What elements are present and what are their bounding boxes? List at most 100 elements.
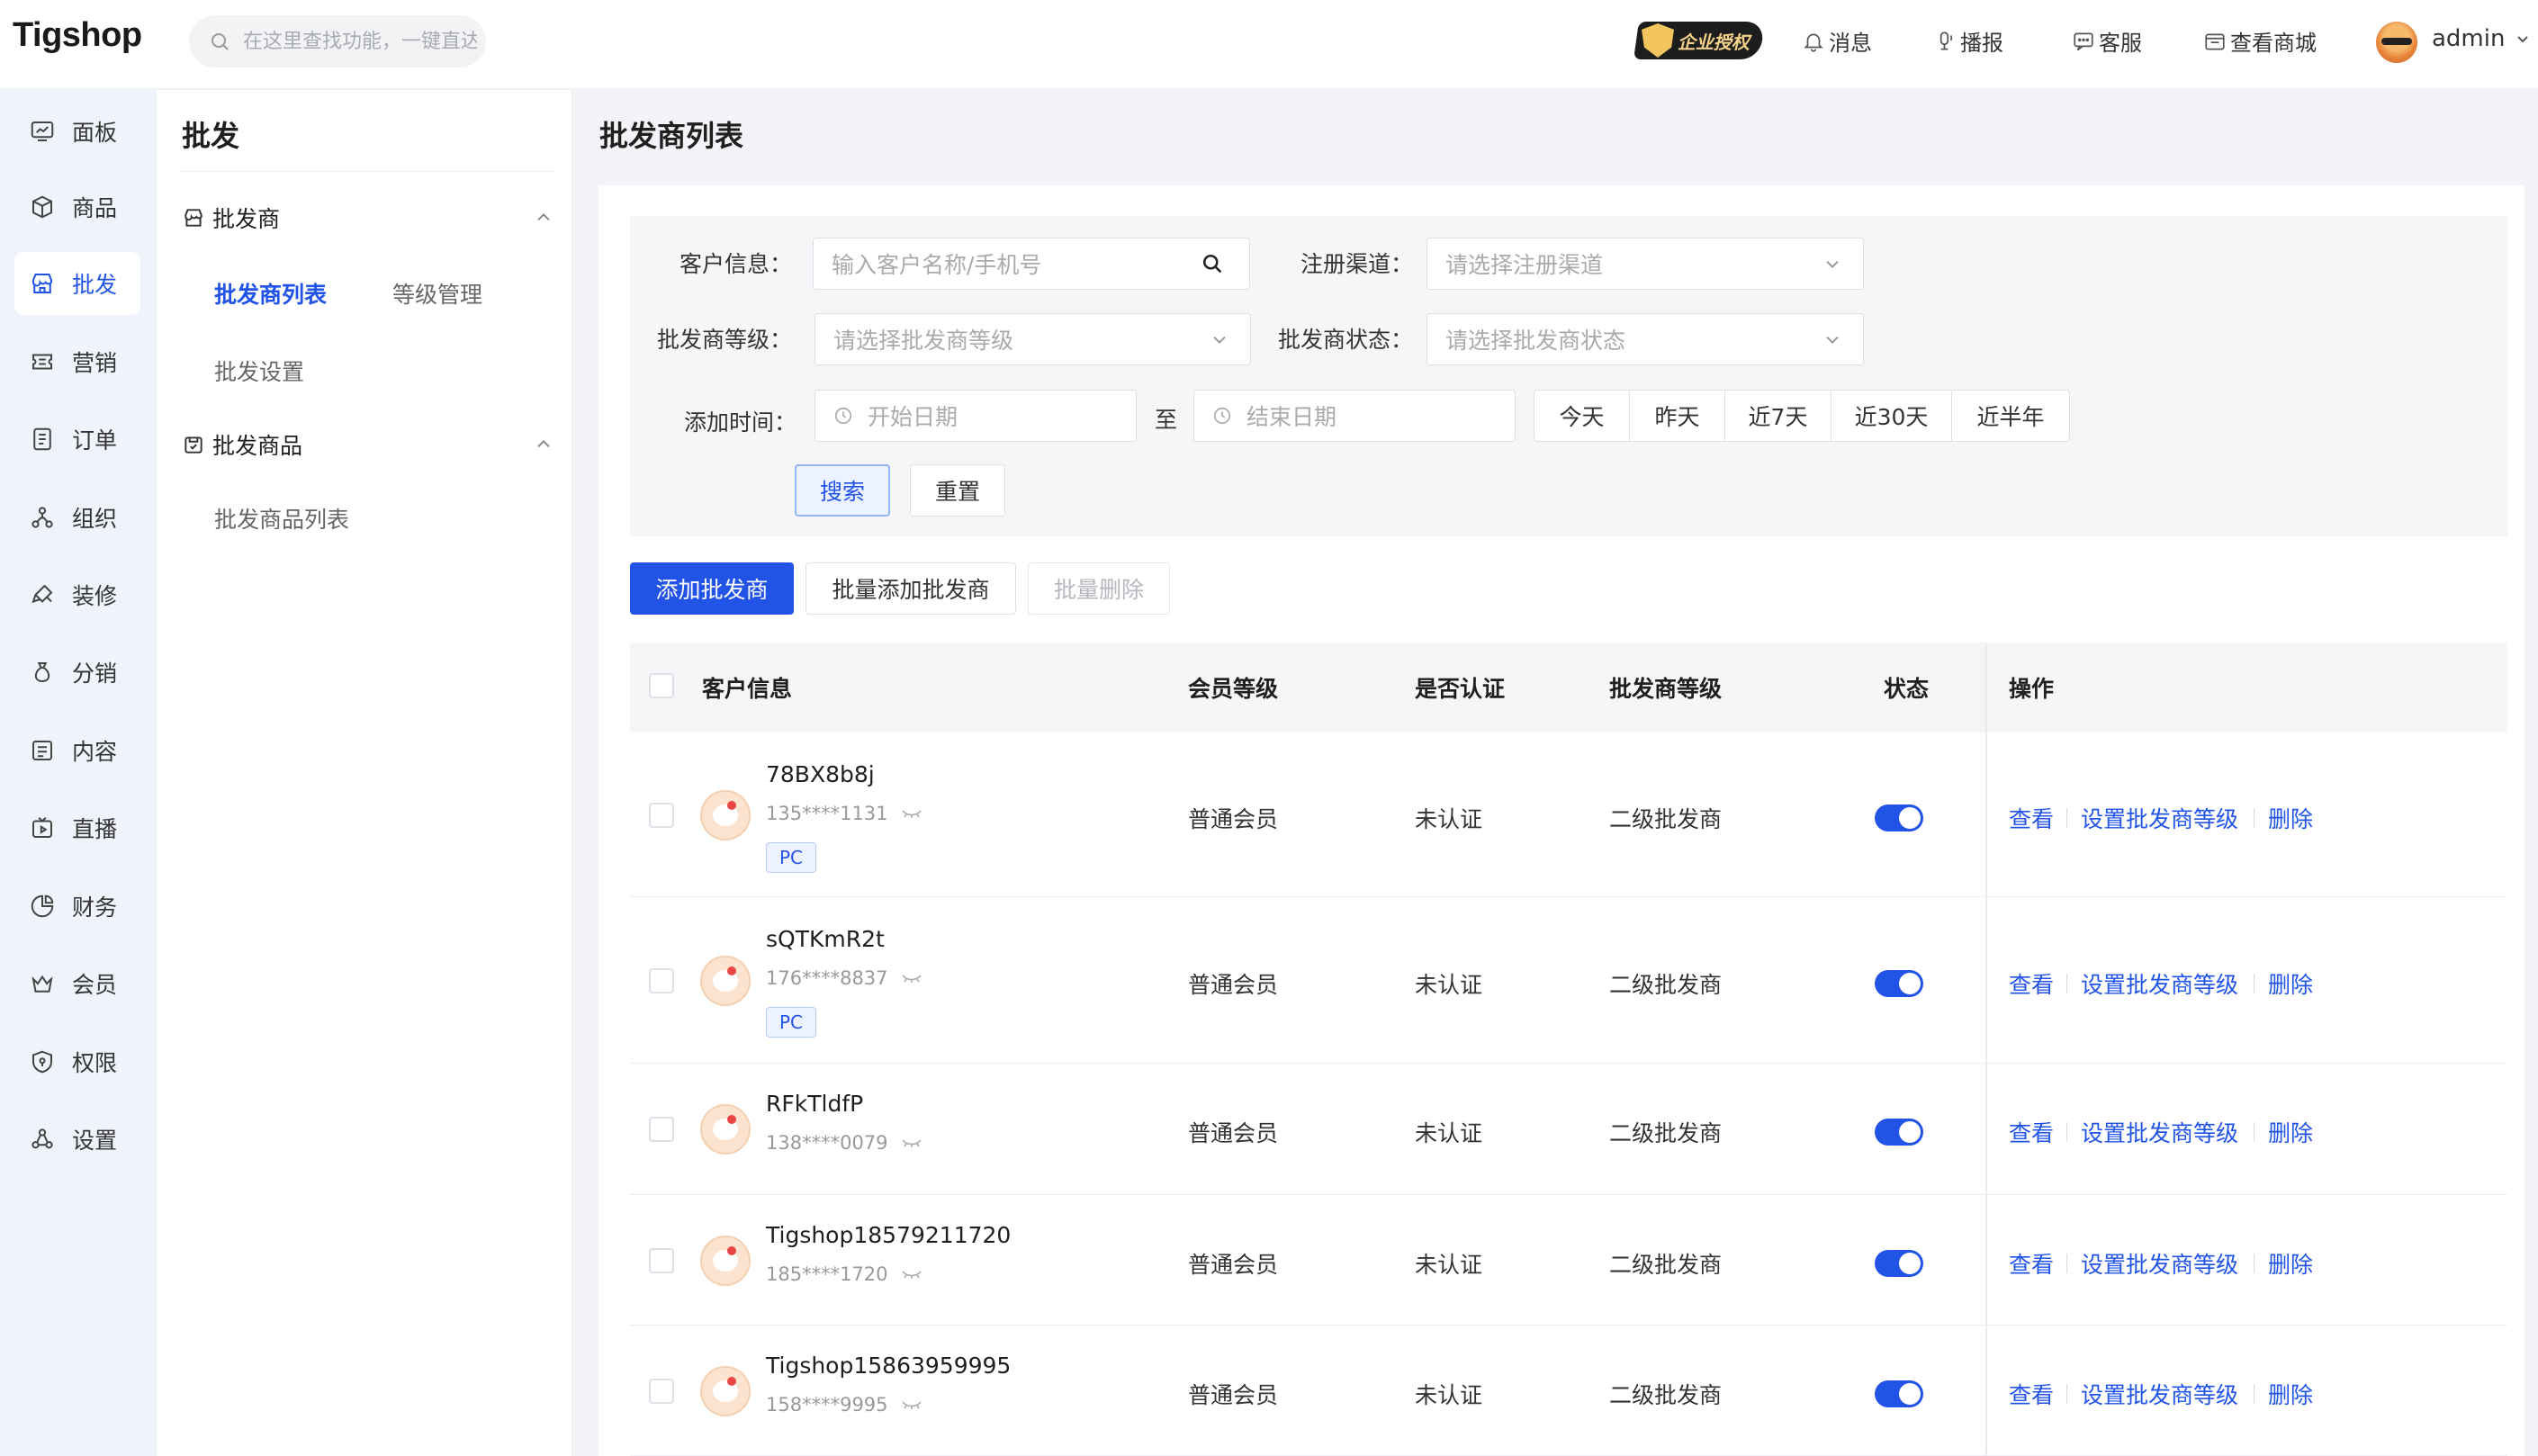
op-separator <box>2066 1253 2067 1273</box>
level-select[interactable]: 请选择批发商等级 <box>814 313 1251 365</box>
dashboard-icon <box>31 121 54 141</box>
global-search[interactable] <box>189 15 486 67</box>
status-toggle[interactable] <box>1875 1119 1923 1146</box>
row-checkbox[interactable] <box>649 967 674 993</box>
view-link[interactable]: 查看 <box>2009 1116 2054 1148</box>
subnav-level-management[interactable]: 等级管理 <box>392 277 482 310</box>
nav-marketing[interactable]: 营销 <box>14 330 140 393</box>
view-store-link[interactable]: 查看商城 <box>2203 25 2317 57</box>
nav-permissions[interactable]: 权限 <box>14 1030 140 1093</box>
status-select[interactable]: 请选择批发商状态 <box>1426 313 1864 365</box>
quick-30-days[interactable]: 近30天 <box>1832 391 1952 441</box>
customer-phone-text: 135****1131 <box>766 803 888 824</box>
subnav-wholesale-settings[interactable]: 批发设置 <box>214 355 304 387</box>
customer-search-button[interactable] <box>1174 238 1250 290</box>
brand-logo[interactable]: Tigshop <box>13 16 142 55</box>
set-level-link[interactable]: 设置批发商等级 <box>2081 1116 2238 1148</box>
view-link[interactable]: 查看 <box>2009 967 2054 1000</box>
set-level-link[interactable]: 设置批发商等级 <box>2081 1378 2238 1410</box>
row-checkbox[interactable] <box>649 1378 674 1404</box>
status-toggle[interactable] <box>1875 1380 1923 1407</box>
batch-add-button[interactable]: 批量添加批发商 <box>806 562 1016 615</box>
search-button[interactable]: 搜索 <box>795 464 890 517</box>
delete-link[interactable]: 删除 <box>2268 802 2313 834</box>
group-wholesale-products[interactable]: 批发商品 <box>182 428 550 461</box>
chevron-down-icon <box>1826 260 1839 268</box>
customer-avatar <box>700 789 751 840</box>
verified-status: 未认证 <box>1415 1120 1483 1146</box>
nav-organization[interactable]: 组织 <box>14 486 140 549</box>
quick-half-year[interactable]: 近半年 <box>1952 391 2069 441</box>
col-operations: 操作 <box>2009 676 2055 702</box>
status-toggle[interactable] <box>1875 969 1923 997</box>
view-link[interactable]: 查看 <box>2009 1247 2054 1280</box>
eye-closed-icon[interactable] <box>901 1398 922 1412</box>
member-level: 普通会员 <box>1188 1120 1279 1146</box>
delete-link[interactable]: 删除 <box>2268 1247 2313 1280</box>
global-search-input[interactable] <box>243 30 477 53</box>
delete-link[interactable]: 删除 <box>2268 967 2313 1000</box>
eye-closed-icon[interactable] <box>901 1136 922 1150</box>
money-bag-icon <box>34 662 50 683</box>
view-link[interactable]: 查看 <box>2009 1378 2054 1410</box>
quick-today[interactable]: 今天 <box>1534 391 1630 441</box>
customer-name: Tigshop18579211720 <box>766 1222 1012 1248</box>
status-toggle[interactable] <box>1875 804 1923 831</box>
col-verified: 是否认证 <box>1415 676 1506 702</box>
quick-7-days[interactable]: 近7天 <box>1725 391 1832 441</box>
row-checkbox[interactable] <box>649 1247 674 1273</box>
reset-button[interactable]: 重置 <box>910 464 1005 517</box>
wholesaler-level: 二级批发商 <box>1609 1381 1723 1408</box>
nav-dashboard[interactable]: 面板 <box>14 100 140 163</box>
subnav-wholesale-product-list[interactable]: 批发商品列表 <box>214 502 349 535</box>
nav-live[interactable]: 直播 <box>14 796 140 859</box>
nav-products[interactable]: 商品 <box>14 175 140 238</box>
nav-distribution[interactable]: 分销 <box>14 641 140 704</box>
eye-closed-icon[interactable] <box>901 1267 922 1281</box>
messages-link[interactable]: 消息 <box>1802 25 1872 57</box>
subnav-title: 批发 <box>182 119 240 153</box>
customer-info-input[interactable]: 输入客户名称/手机号 <box>813 238 1175 290</box>
customer-service-link[interactable]: 客服 <box>2072 25 2142 57</box>
col-customer-info: 客户信息 <box>702 676 793 702</box>
end-date-input[interactable]: 结束日期 <box>1193 390 1516 442</box>
nav-orders[interactable]: 订单 <box>14 408 140 471</box>
wholesaler-level: 二级批发商 <box>1609 805 1723 832</box>
verified-status: 未认证 <box>1415 971 1483 998</box>
customer-phone-text: 185****1720 <box>766 1263 888 1285</box>
row-checkbox[interactable] <box>649 1117 674 1142</box>
source-tag: PC <box>766 1007 816 1038</box>
enterprise-auth-badge[interactable]: 企业授权 <box>1634 22 1765 59</box>
nav-members[interactable]: 会员 <box>14 952 140 1015</box>
batch-delete-button[interactable]: 批量删除 <box>1028 562 1170 615</box>
broadcast-label: 播报 <box>1960 31 2003 56</box>
row-checkbox[interactable] <box>649 802 674 828</box>
status-toggle[interactable] <box>1875 1249 1923 1277</box>
view-store-label: 查看商城 <box>2230 31 2317 56</box>
broadcast-link[interactable]: 播报 <box>1933 25 2003 57</box>
delete-link[interactable]: 删除 <box>2268 1378 2313 1410</box>
group-wholesalers[interactable]: 批发商 <box>182 202 550 234</box>
quick-yesterday[interactable]: 昨天 <box>1630 391 1725 441</box>
set-level-link[interactable]: 设置批发商等级 <box>2081 802 2238 834</box>
set-level-link[interactable]: 设置批发商等级 <box>2081 1247 2238 1280</box>
eye-closed-icon[interactable] <box>901 971 922 985</box>
subnav-wholesaler-list[interactable]: 批发商列表 <box>214 277 327 310</box>
nav-wholesale[interactable]: 批发 <box>14 252 140 315</box>
nav-content[interactable]: 内容 <box>14 719 140 782</box>
nav-settings[interactable]: 设置 <box>14 1108 140 1171</box>
admin-menu[interactable]: admin <box>2432 25 2532 52</box>
eye-closed-icon[interactable] <box>901 806 922 821</box>
nav-decoration[interactable]: 装修 <box>14 563 140 626</box>
select-all-checkbox[interactable] <box>649 673 674 698</box>
add-wholesaler-button[interactable]: 添加批发商 <box>630 562 794 615</box>
nav-label: 商品 <box>72 195 118 221</box>
set-level-link[interactable]: 设置批发商等级 <box>2081 967 2238 1000</box>
customer-avatar <box>700 955 751 1006</box>
nav-finance[interactable]: 财务 <box>14 875 140 938</box>
delete-link[interactable]: 删除 <box>2268 1116 2313 1148</box>
channel-select[interactable]: 请选择注册渠道 <box>1426 238 1864 290</box>
admin-avatar[interactable] <box>2376 22 2417 63</box>
view-link[interactable]: 查看 <box>2009 802 2054 834</box>
start-date-input[interactable]: 开始日期 <box>814 390 1137 442</box>
